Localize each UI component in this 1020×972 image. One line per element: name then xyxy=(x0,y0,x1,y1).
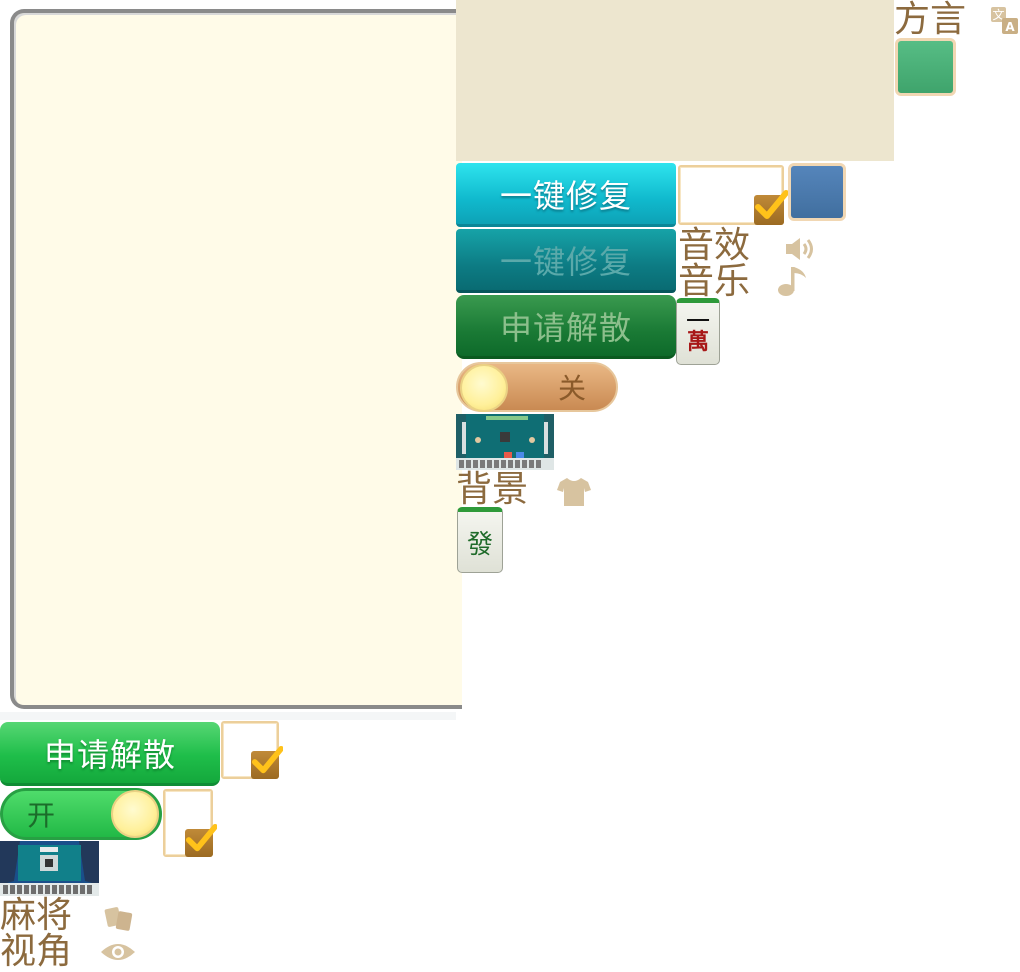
toggle-knob-on xyxy=(111,790,159,838)
blue-color-swatch[interactable] xyxy=(788,163,846,221)
view-angle-label: 视角 xyxy=(0,931,73,972)
check-mark-icon xyxy=(185,823,217,857)
mahjong-table-thumbnail-1[interactable] xyxy=(456,414,554,470)
background-label: 背景 xyxy=(456,469,529,510)
tile-wan-bottom: 萬 xyxy=(686,328,709,355)
check-mark-icon xyxy=(754,190,788,225)
cards-icon xyxy=(104,906,134,932)
green-color-swatch[interactable] xyxy=(895,38,956,96)
settings-panel-background xyxy=(10,9,462,709)
toggle-on-text: 开 xyxy=(27,799,56,832)
panel-divider-strip xyxy=(0,712,456,720)
sound-effect-label: 音效 xyxy=(678,225,751,266)
content-box xyxy=(456,0,894,161)
toggle-knob-off xyxy=(460,364,508,412)
mahjong-tile-fa[interactable]: 發 xyxy=(457,507,503,573)
speaker-icon xyxy=(784,236,816,262)
tile-fa-text: 發 xyxy=(466,529,493,560)
checkbox-checked[interactable] xyxy=(678,165,788,225)
eye-icon xyxy=(100,940,136,964)
dialect-label: 方言 xyxy=(894,0,967,40)
toggle-off-text: 关 xyxy=(557,372,586,405)
music-note-icon xyxy=(776,264,810,298)
dissolve-button[interactable]: 申请解散 xyxy=(0,722,220,786)
repair-button[interactable]: 一键修复 xyxy=(456,163,676,227)
checkbox-checked-small[interactable] xyxy=(221,721,283,779)
music-label: 音乐 xyxy=(678,261,751,302)
dissolve-button-pressed[interactable]: 申请解散 xyxy=(456,295,676,359)
translate-icon: 文 A xyxy=(990,6,1020,36)
mahjong-table-thumbnail-2[interactable] xyxy=(0,841,99,896)
shirt-icon xyxy=(556,476,592,508)
tile-wan-top: 一 xyxy=(686,306,710,335)
check-mark-icon xyxy=(251,745,283,779)
checkbox-checked-tall[interactable] xyxy=(163,789,217,857)
mahjong-tile-wan[interactable]: 一 萬 xyxy=(676,298,720,365)
repair-button-pressed[interactable]: 一键修复 xyxy=(456,229,676,293)
svg-text:A: A xyxy=(1005,20,1015,34)
mahjong-label: 麻将 xyxy=(0,895,73,936)
